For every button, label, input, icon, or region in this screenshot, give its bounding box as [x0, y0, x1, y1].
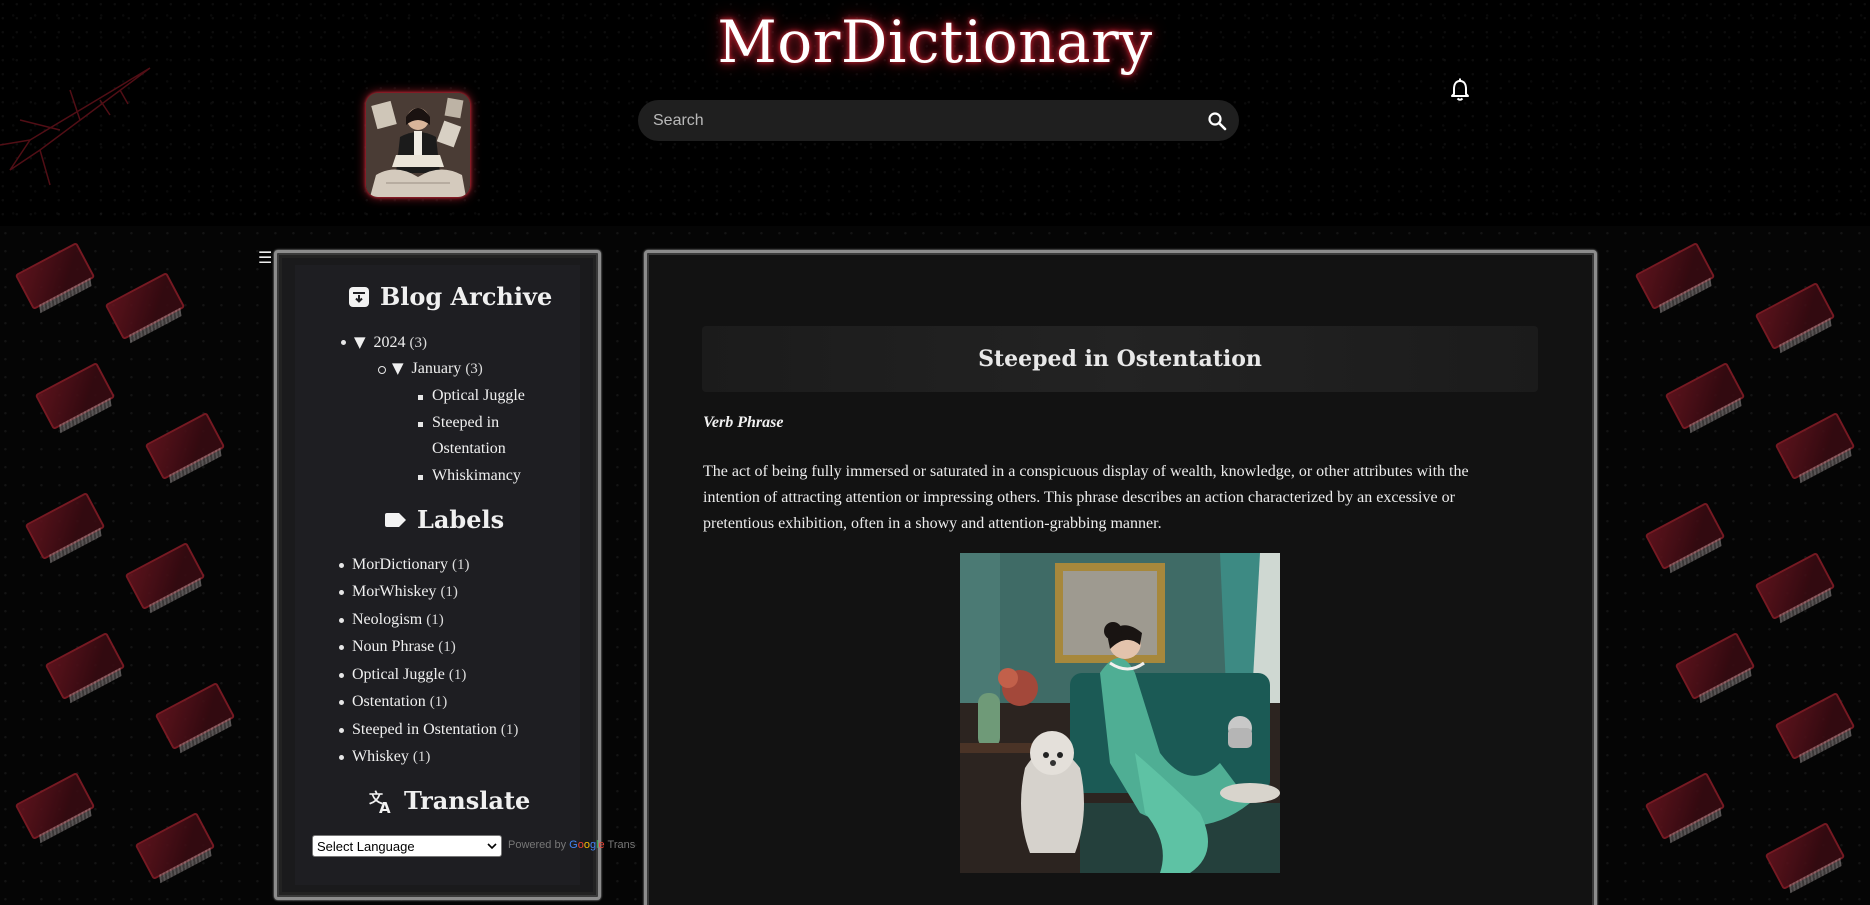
translate-icon: 文 A: [369, 790, 391, 814]
book-decoration: [1644, 501, 1726, 571]
site-title[interactable]: MorDictionary: [0, 8, 1870, 76]
post-illustration-image[interactable]: [960, 553, 1280, 873]
search-input[interactable]: [638, 100, 1195, 141]
label-count: (1): [438, 639, 456, 655]
archive-post-link[interactable]: Steeped in: [417, 414, 499, 432]
search-bar: [638, 100, 1239, 141]
label-item[interactable]: MorDictionary (1): [338, 556, 470, 574]
label-link[interactable]: Noun Phrase: [352, 638, 434, 655]
labels-title: Labels: [417, 505, 505, 534]
labels-heading: Labels: [385, 505, 504, 534]
label-count: (1): [429, 694, 448, 710]
book-decoration: [124, 541, 206, 611]
rocket-decoration: [0, 67, 151, 186]
book-decoration: [104, 271, 186, 341]
book-decoration: [1634, 241, 1716, 311]
hamburger-menu-icon[interactable]: ☰: [258, 248, 272, 267]
archive-year-link[interactable]: 2024: [374, 334, 406, 351]
svg-text:A: A: [379, 799, 391, 814]
google-logo-text: Google: [569, 839, 605, 851]
translate-title: Translate: [404, 786, 531, 815]
search-button[interactable]: [1195, 100, 1239, 141]
post-part-of-speech: Verb Phrase: [703, 414, 784, 431]
book-decoration: [1754, 551, 1836, 621]
label-link[interactable]: Ostentation: [352, 693, 426, 710]
label-item[interactable]: Neologism (1): [339, 611, 444, 629]
language-select[interactable]: Select Language: [312, 835, 502, 857]
powered-by-text: Powered by: [508, 839, 567, 851]
book-decoration: [154, 681, 236, 751]
label-count: (1): [440, 584, 458, 600]
translate-word: Trans: [607, 839, 636, 851]
label-item[interactable]: Ostentation (1): [338, 693, 448, 711]
label-item[interactable]: Steeped in Ostentation (1): [338, 721, 519, 739]
label-count: (1): [412, 749, 431, 765]
label-item[interactable]: Whiskey (1): [338, 748, 431, 766]
book-decoration: [44, 631, 126, 701]
label-link[interactable]: Neologism: [352, 611, 422, 628]
book-decoration: [1774, 411, 1856, 481]
label-link[interactable]: MorWhiskey: [352, 583, 436, 600]
language-select-value: Select Language: [317, 838, 415, 854]
label-item[interactable]: MorWhiskey (1): [339, 583, 458, 601]
book-decoration: [14, 241, 96, 311]
archive-month-link[interactable]: January: [412, 360, 462, 377]
archive-month-item[interactable]: ▼ January (3): [378, 359, 483, 378]
label-link[interactable]: Steeped in Ostentation: [352, 721, 497, 738]
search-icon: [1208, 111, 1227, 130]
book-decoration: [1764, 821, 1846, 891]
google-translate-attribution[interactable]: Powered by Google Trans: [508, 839, 644, 851]
label-item[interactable]: Optical Juggle (1): [338, 666, 467, 684]
label-link[interactable]: Optical Juggle: [352, 666, 445, 683]
label-link[interactable]: Whiskey: [352, 748, 409, 765]
label-count: (1): [451, 557, 470, 573]
book-decoration: [1644, 771, 1726, 841]
label-item[interactable]: Noun Phrase (1): [339, 638, 456, 656]
blog-archive-title: Blog Archive: [380, 282, 553, 311]
post-body-text: The act of being fully immersed or satur…: [703, 463, 1469, 532]
book-decoration: [34, 361, 116, 431]
book-decoration: [144, 411, 226, 481]
archive-year-count: (3): [409, 335, 428, 351]
post-title: Steeped in Ostentation: [702, 326, 1538, 392]
book-decoration: [1674, 631, 1756, 701]
label-tag-icon: [385, 512, 406, 527]
post-title-text[interactable]: Steeped in Ostentation: [978, 346, 1262, 372]
archive-year-item[interactable]: ▼ 2024 (3): [340, 333, 428, 352]
archive-post-link[interactable]: Whiskimancy: [418, 467, 521, 485]
label-count: (1): [448, 667, 467, 683]
site-header: MorDictionary: [0, 0, 1870, 226]
archive-month-count: (3): [465, 361, 483, 377]
bell-icon[interactable]: [1449, 78, 1471, 102]
book-decoration: [1754, 281, 1836, 351]
archive-post-link[interactable]: Optical Juggle: [418, 387, 525, 405]
label-count: (1): [500, 722, 519, 738]
author-avatar[interactable]: [366, 93, 470, 197]
book-decoration: [134, 811, 216, 881]
book-decoration: [14, 771, 96, 841]
collapse-triangle-icon[interactable]: ▼: [354, 333, 366, 351]
book-decoration: [24, 491, 106, 561]
archive-icon: [349, 286, 369, 307]
archive-post-link-continued[interactable]: Ostentation: [432, 440, 506, 458]
blog-archive-heading: Blog Archive: [348, 282, 552, 311]
chevron-down-icon: [487, 843, 497, 850]
book-decoration: [1664, 361, 1746, 431]
collapse-triangle-icon[interactable]: ▼: [392, 359, 404, 377]
book-decoration: [1774, 691, 1856, 761]
translate-heading: 文 A Translate: [368, 786, 530, 815]
label-link[interactable]: MorDictionary: [352, 556, 448, 573]
label-count: (1): [426, 612, 444, 628]
